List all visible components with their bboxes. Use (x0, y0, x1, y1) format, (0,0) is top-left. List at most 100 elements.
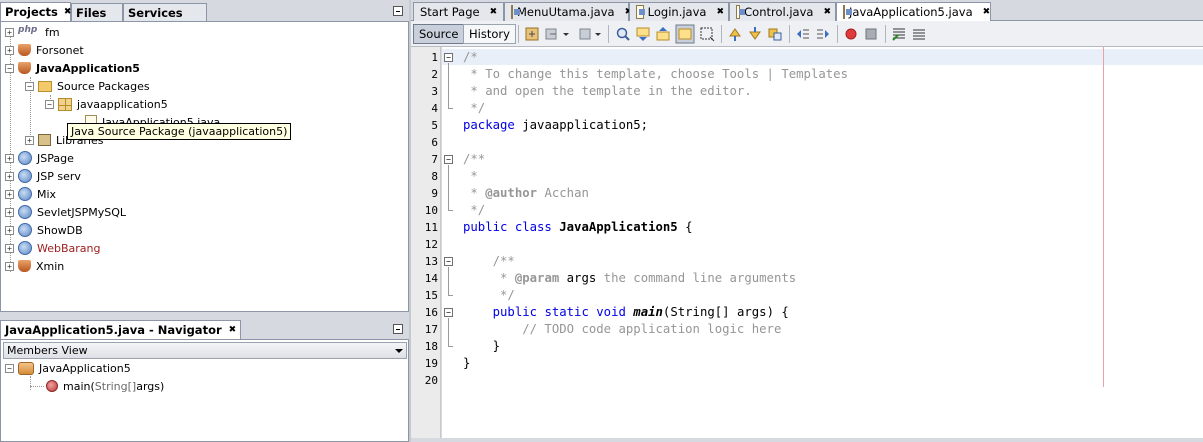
collapse-icon[interactable]: − (5, 363, 14, 373)
collapse-icon[interactable]: − (5, 63, 14, 73)
line-number: 20 (424, 374, 438, 387)
expand-icon[interactable]: + (5, 225, 14, 235)
navigator-class-item[interactable]: − JavaApplication5 (5, 359, 131, 377)
expand-icon[interactable]: + (5, 45, 14, 55)
last-edit-icon[interactable] (524, 26, 540, 42)
line-number: 3 (431, 85, 438, 98)
code-line-4: */ (463, 101, 486, 115)
tree-item-sevletjspmysql[interactable]: + SevletJSPMySQL (5, 203, 126, 221)
fold-end (448, 295, 453, 296)
find-previous-icon[interactable] (635, 26, 651, 42)
tab-label: MenuUtama.java (517, 5, 615, 19)
fold-collapse-icon[interactable]: − (444, 308, 453, 317)
tree-item-xmin[interactable]: + Xmin (5, 257, 64, 275)
uncomment-icon[interactable] (911, 26, 927, 42)
tab-files-label: Files (76, 5, 107, 20)
expand-icon[interactable]: + (5, 27, 14, 37)
projects-pane: Projects ✖ Files Services + php fm + For… (0, 0, 409, 442)
members-view-select[interactable]: Members View (3, 342, 407, 359)
toolbar-separator (837, 25, 838, 43)
minimize-button[interactable] (393, 6, 403, 16)
source-button[interactable]: Source (413, 24, 465, 44)
back-icon[interactable] (544, 26, 560, 42)
navigator-method-item[interactable]: main(String[] args) (46, 377, 164, 395)
code-line-2: * To change this template, choose Tools … (463, 67, 848, 81)
projects-tabbar: Projects ✖ Files Services (0, 2, 409, 21)
expand-icon[interactable]: + (5, 153, 14, 163)
tree-item-label: ShowDB (37, 223, 83, 237)
tree-item-package[interactable]: − javaapplication5 (45, 95, 168, 113)
previous-bookmark-icon[interactable] (727, 26, 743, 42)
tab-control[interactable]: Control.java ✖ (729, 2, 836, 21)
shift-right-icon[interactable] (815, 26, 831, 42)
tree-item-webbarang[interactable]: + WebBarang (5, 239, 101, 257)
tree-item-javaapplication5[interactable]: − JavaApplication5 (5, 59, 140, 77)
tab-menuutama[interactable]: MenuUtama.java ✖ (504, 2, 632, 21)
tab-projects-label: Projects (5, 5, 58, 19)
tab-label: Login.java (647, 5, 707, 19)
find-next-icon[interactable] (655, 26, 671, 42)
tab-services[interactable]: Services (123, 3, 207, 21)
tab-projects[interactable]: Projects ✖ (0, 2, 71, 21)
code-text: * (463, 186, 486, 200)
tab-files[interactable]: Files (71, 3, 123, 21)
expand-icon[interactable]: + (5, 189, 14, 199)
toggle-highlight-icon[interactable] (675, 24, 695, 44)
expand-icon[interactable]: + (5, 207, 14, 217)
chevron-down-icon[interactable] (395, 349, 403, 353)
fold-collapse-icon[interactable]: − (444, 155, 453, 164)
tree-item-jspage[interactable]: + JSPage (5, 149, 74, 167)
forward-icon[interactable] (576, 26, 592, 42)
package-icon (58, 97, 72, 111)
close-icon[interactable]: ✖ (229, 325, 237, 335)
code-editor[interactable]: − − − − /* * To change this template, ch… (442, 47, 1203, 438)
java-project-icon (18, 62, 31, 74)
tree-item-fm[interactable]: + php fm (5, 23, 60, 41)
shift-left-icon[interactable] (795, 26, 811, 42)
close-icon[interactable]: ✖ (716, 7, 724, 17)
next-bookmark-icon[interactable] (747, 26, 763, 42)
tab-navigator[interactable]: JavaApplication5.java - Navigator ✖ (0, 320, 242, 339)
expand-icon[interactable]: + (5, 261, 14, 271)
tab-javaapplication5[interactable]: JavaApplication5.java ✖ (836, 2, 991, 21)
code-text: { (677, 220, 693, 234)
tree-item-jsp-serv[interactable]: + JSP serv (5, 167, 81, 185)
tree-item-mix[interactable]: + Mix (5, 185, 56, 203)
editor-toolbar: Source History (411, 21, 1203, 47)
tree-connector (30, 376, 31, 390)
tree-item-forsonet[interactable]: + Forsonet (5, 41, 84, 59)
line-number: 2 (431, 68, 438, 81)
tab-start-page[interactable]: Start Page ✖ (413, 2, 504, 21)
tab-label: JavaApplication5.java (849, 5, 973, 19)
chevron-down-icon[interactable] (594, 26, 602, 42)
search-icon[interactable] (615, 26, 631, 42)
fold-collapse-icon[interactable]: − (444, 53, 453, 62)
code-text: javaapplication5; (514, 118, 649, 132)
stop-macro-icon[interactable] (863, 26, 879, 42)
close-icon[interactable]: ✖ (490, 7, 498, 17)
history-button[interactable]: History (463, 24, 516, 44)
collapse-icon[interactable]: − (45, 99, 54, 109)
line-number: 9 (431, 187, 438, 200)
start-macro-icon[interactable] (843, 26, 859, 42)
comment-icon[interactable] (891, 26, 907, 42)
code-line-19: } (463, 356, 471, 370)
rectangular-selection-icon[interactable] (699, 26, 715, 42)
collapse-icon[interactable]: − (25, 81, 34, 91)
toggle-bookmark-icon[interactable] (767, 26, 783, 42)
expand-icon[interactable]: + (25, 135, 34, 145)
expand-icon[interactable]: + (5, 171, 14, 181)
class-declaration: JavaApplication5 (559, 220, 678, 234)
code-line-16: public static void main(String[] args) { (463, 304, 789, 321)
close-icon[interactable]: ✖ (823, 7, 831, 17)
minimize-button[interactable] (393, 324, 403, 334)
close-icon[interactable]: ✖ (983, 7, 991, 17)
tree-item-showdb[interactable]: + ShowDB (5, 221, 83, 239)
expand-icon[interactable]: + (5, 243, 14, 253)
right-margin-line (1103, 47, 1104, 387)
fold-collapse-icon[interactable]: − (444, 257, 453, 266)
fold-line (448, 318, 449, 346)
tree-item-source-packages[interactable]: − Source Packages (25, 77, 150, 95)
tab-login[interactable]: Login.java ✖ (629, 2, 729, 21)
chevron-down-icon[interactable] (562, 26, 570, 42)
